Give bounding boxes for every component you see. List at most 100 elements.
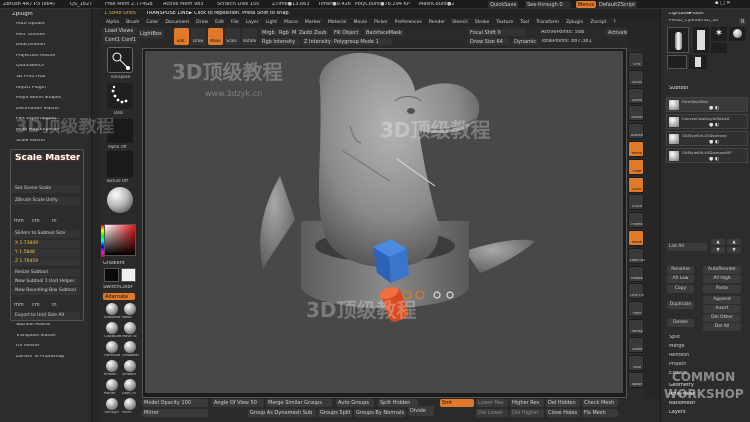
shelf-move[interactable]: Move xyxy=(628,230,644,246)
export-unit-size-button[interactable]: Export to Unit Size All xyxy=(12,312,80,320)
groups-by-normals-button[interactable]: Groups By Normals xyxy=(354,409,406,417)
fill-object-button[interactable]: Fill Object xyxy=(332,29,361,36)
load-views-button[interactable]: Load Views xyxy=(103,27,137,35)
higher-res-button[interactable]: Higher Res xyxy=(510,399,544,407)
window-controls-icon[interactable]: ▪ □ ✕ xyxy=(715,1,730,6)
quick-save-button[interactable]: Cont1 Conf1 xyxy=(103,36,137,44)
fix-mesh-button[interactable]: Fix Mesh xyxy=(582,409,618,417)
arrow-down-button[interactable]: ▼ xyxy=(711,247,725,253)
draw-button[interactable]: Draw xyxy=(191,28,206,45)
subtool-row[interactable]: FormSkullHall ● ◐ xyxy=(666,97,748,112)
menu-zplugin[interactable]: Zplugin xyxy=(566,20,583,25)
all-high-button[interactable]: All High xyxy=(703,275,741,283)
menu-stencil[interactable]: Stencil xyxy=(452,20,468,25)
menu-edit[interactable]: Edit xyxy=(215,20,224,25)
menu-movie[interactable]: Movie xyxy=(353,20,367,25)
rgb-intensity-slider[interactable]: Rgb Intensity xyxy=(260,38,300,45)
split-button[interactable]: Split xyxy=(669,335,680,340)
zplugin-item[interactable]: Adjust Plugin xyxy=(16,86,46,91)
switch-color-button[interactable]: SwitchColor xyxy=(103,285,133,290)
new-subtool-unit-button[interactable]: New Subtool 1 Unit Helper xyxy=(12,278,80,286)
sliders-to-subtool-size[interactable]: Sliders to Subtool Size xyxy=(12,230,80,238)
arrow-up-2-button[interactable]: ▲ xyxy=(727,239,741,245)
menu-stroke[interactable]: Stroke xyxy=(475,20,490,25)
subtool-row[interactable]: ConvexCowlAnyfo3AxisD ● ◐ xyxy=(666,114,748,129)
zplugin-item[interactable]: Scale Master xyxy=(16,139,46,144)
menu-brush[interactable]: Brush xyxy=(126,20,139,25)
hue-strip[interactable] xyxy=(101,225,104,257)
main-color-swatch[interactable] xyxy=(104,268,119,282)
brush-icon[interactable] xyxy=(124,360,136,372)
del-higher-button[interactable]: Del Higher xyxy=(510,409,544,417)
subtool-row[interactable]: OAStyleSlit-4VDiamondXP ● ◐ xyxy=(666,148,748,163)
shelf-polyf[interactable]: Polyf xyxy=(628,301,644,318)
tools-header[interactable]: Lightbox►Tools xyxy=(669,12,704,17)
mrgb-button[interactable]: Mrgb xyxy=(260,29,277,36)
rotate-button[interactable]: Rotate xyxy=(242,28,257,45)
menu-marker[interactable]: Marker xyxy=(305,20,321,25)
brush-icon[interactable] xyxy=(124,398,136,410)
zplugin-item[interactable]: UV Master xyxy=(16,344,40,349)
zplugin-item[interactable]: Maya Blend Shapes xyxy=(16,96,61,101)
shelf-solo[interactable]: Solo xyxy=(628,354,644,371)
resize-subtool-button[interactable]: Resize Subtool xyxy=(12,269,80,277)
subtool-visibility-icon[interactable]: ● ◐ xyxy=(709,123,719,128)
del-other-button[interactable]: Del Other xyxy=(703,314,741,322)
zplugin-item[interactable]: Misc Utilities xyxy=(16,33,45,38)
tool-thumb-simplebrush[interactable]: ✶ xyxy=(711,27,727,41)
zsub-button[interactable]: Zsub xyxy=(312,29,329,36)
menu-draw[interactable]: Draw xyxy=(196,20,208,25)
insert-button[interactable]: Insert xyxy=(703,305,741,313)
shelf-lsym[interactable]: LSym xyxy=(628,194,644,211)
subtool-visibility-icon[interactable]: ● ◐ xyxy=(709,140,719,145)
check-mesh-button[interactable]: Check Mesh xyxy=(582,399,618,407)
del-all-button[interactable]: Del All xyxy=(703,323,741,331)
shelf-rotate[interactable]: Rotate xyxy=(628,265,644,282)
brush-icon[interactable] xyxy=(106,341,118,353)
unit-in[interactable]: in xyxy=(52,219,57,224)
menu-color[interactable]: Color xyxy=(146,20,158,25)
unit-mm[interactable]: mm xyxy=(14,219,24,224)
zplugin-item[interactable]: SubTool Master xyxy=(16,323,51,328)
menu-transform[interactable]: Transform xyxy=(536,20,559,25)
project-button[interactable]: Project xyxy=(669,362,686,367)
unit2-mm[interactable]: mm xyxy=(14,303,24,308)
secondary-color-swatch[interactable] xyxy=(121,268,136,282)
shelf-floor[interactable]: Floor xyxy=(628,158,644,175)
remesh-button[interactable]: Remesh xyxy=(669,353,689,358)
brush-icon[interactable] xyxy=(106,322,118,334)
subtool-row[interactable]: OAStyleSlit-4VDiamond ● ◐ xyxy=(666,131,748,146)
zplugin-item[interactable]: 3D Print Hub xyxy=(16,75,45,80)
shelf-frame[interactable]: Frame xyxy=(628,212,644,229)
menu-light[interactable]: Light xyxy=(266,20,277,25)
menu-picker[interactable]: Picker xyxy=(374,20,388,25)
transpose-brush-icon[interactable] xyxy=(107,47,133,73)
unit2-cm[interactable]: cm xyxy=(32,303,40,308)
shelf-linefill[interactable]: Line Fill xyxy=(628,283,644,300)
x-size-slider[interactable]: X 1.73849 xyxy=(12,240,80,248)
menu-alpha[interactable]: Alpha xyxy=(106,20,119,25)
menu-[interactable]: ? xyxy=(613,20,615,25)
auto-reorder-button[interactable]: AutoReorder xyxy=(703,266,741,274)
arrow-up-button[interactable]: ▲ xyxy=(711,239,725,245)
rgb-button[interactable]: Rgb xyxy=(277,29,291,36)
material-sphere-icon[interactable] xyxy=(107,187,133,213)
model-opacity-slider[interactable]: Model Opacity 100 xyxy=(142,399,208,407)
zplugin-item[interactable]: Transpose Master xyxy=(16,334,56,339)
shelf-transp[interactable]: Transp xyxy=(628,319,644,335)
delete-button[interactable]: Delete xyxy=(667,319,694,327)
mirror-button[interactable]: Mirror xyxy=(142,409,208,417)
subtool-header[interactable]: Subtool xyxy=(669,86,688,91)
nanomesh-menu[interactable]: NanoMesh xyxy=(669,401,695,406)
r-button[interactable]: R xyxy=(739,18,747,25)
all-low-button[interactable]: All Low xyxy=(667,275,694,283)
brush-icon[interactable] xyxy=(124,303,136,315)
menu-zscript[interactable]: Zscript xyxy=(590,20,606,25)
dynamic-button[interactable]: Dynamic xyxy=(512,38,539,45)
zplugin-item[interactable]: Decimation Master xyxy=(16,107,59,112)
see-through-slider[interactable]: See-through 0 xyxy=(525,1,571,8)
shelf-persp[interactable]: Persp xyxy=(628,141,644,157)
tool-thumb-extra-2[interactable] xyxy=(667,55,687,69)
canvas[interactable] xyxy=(145,51,623,393)
menu-material[interactable]: Material xyxy=(328,20,347,25)
